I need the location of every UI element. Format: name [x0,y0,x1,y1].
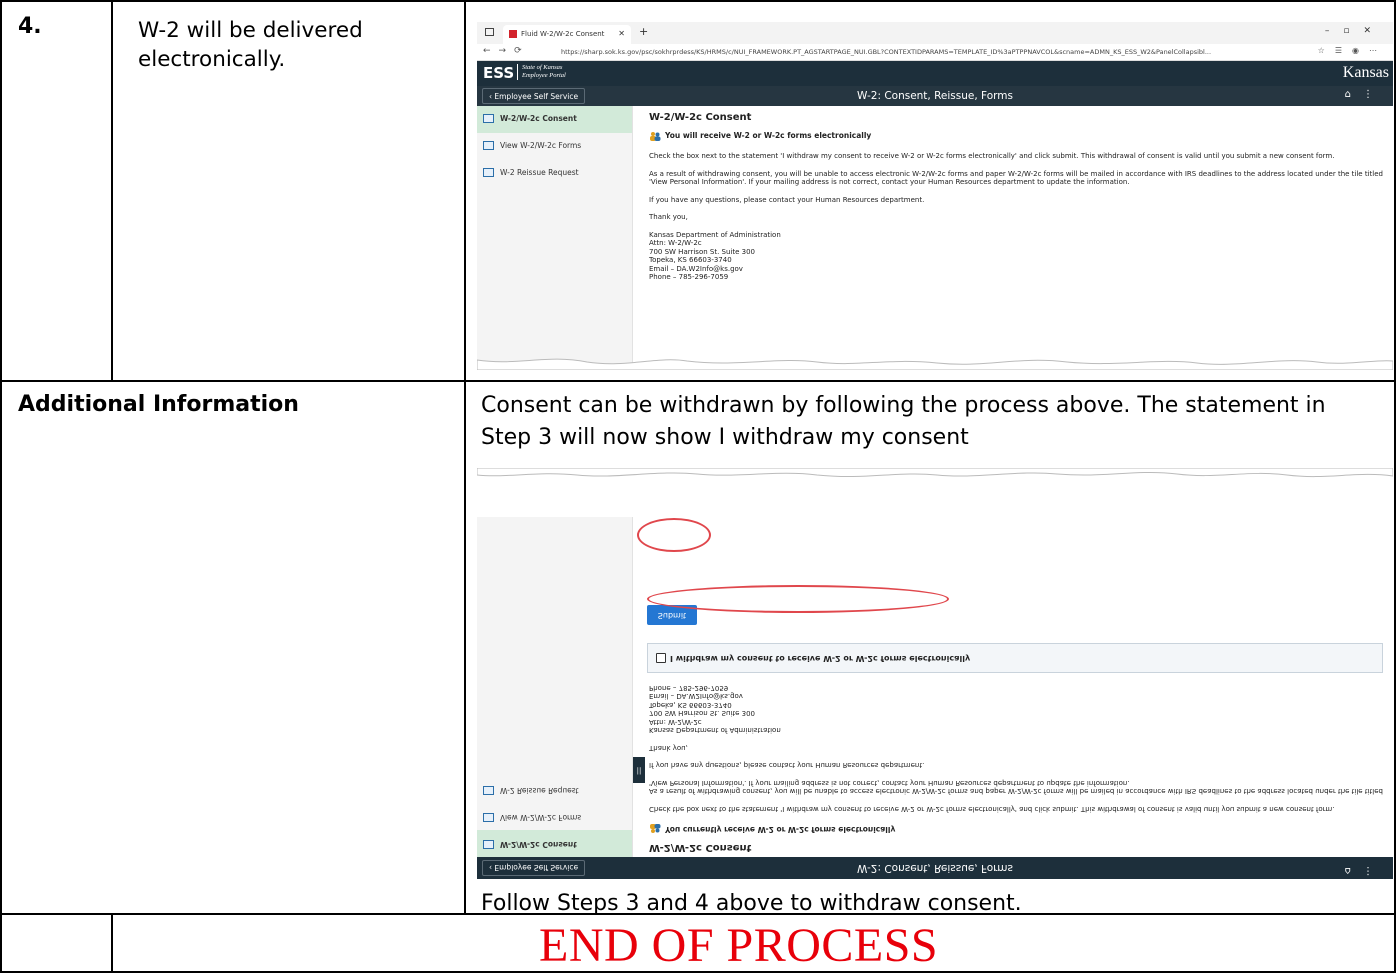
document-icon [483,786,494,795]
questions-paragraph: If you have any questions, please contac… [649,761,925,770]
result-paragraph: As a result of withdrawing consent, you … [649,169,1383,187]
contact-address: Kansas Department of Administration Attn… [649,684,781,735]
people-icon [650,824,661,834]
questions-paragraph: If you have any questions, please contac… [649,195,925,204]
favicon-icon [509,30,517,38]
sidebar-item-view-forms[interactable]: View W-2/W-2c Forms [477,133,632,160]
torn-edge-top [477,468,1393,478]
document-icon [483,141,494,150]
portal-subtitle: State of Kansas Employee Portal [517,64,566,80]
result-paragraph: As a result of withdrawing consent, you … [649,779,1383,796]
sidebar: W-2/W-2c Consent View W-2/W-2c Forms W-2… [477,106,633,370]
document-icon [483,840,494,849]
document-icon [483,168,494,177]
consent-content: W-2/W-2c Consent You will receive W-2 or… [635,106,1393,370]
withdraw-consent-label: I withdraw my consent to receive W-2 or … [670,654,971,664]
checkbox-highlight-oval [647,585,949,613]
follow-steps-text: Follow Steps 3 and 4 above to withdraw c… [481,891,1022,916]
page-title: W-2: Consent, Reissue, Forms [857,90,1013,102]
withdraw-content: W-2/W-2c Consent You currently receive W… [635,517,1393,857]
consent-screenshot: Fluid W-2/W-2c Consent ✕ + –▫✕ ←→⟳ https… [477,22,1393,370]
step-number: 4. [18,14,42,39]
table-col-2 [464,0,466,913]
step-description: W-2 will be delivered electronically. [138,18,363,72]
content-heading: W-2/W-2c Consent [649,112,752,123]
thanks-text: Thank you, [649,213,688,221]
procedure-document: 4. W-2 will be delivered electronically.… [0,0,1396,973]
kansas-logo: Kansas [1342,64,1389,81]
sidebar-item-reissue[interactable]: W-2 Reissue Request [477,160,632,187]
additional-info-text: Consent can be withdrawn by following th… [481,393,1326,450]
sidebar-item-view-forms[interactable]: View W-2/W-2c Forms [477,803,632,830]
browser-tab-strip: Fluid W-2/W-2c Consent ✕ + –▫✕ [477,22,1393,44]
table-border-left [0,0,2,973]
instruction-paragraph: Check the box next to the statement 'I w… [649,152,1335,160]
withdraw-consent-checkbox[interactable] [656,653,666,664]
document-icon [483,813,494,822]
instruction-paragraph: Check the box next to the statement 'I w… [649,805,1335,813]
contact-address: Kansas Department of Administration Attn… [649,230,781,282]
window-controls[interactable]: –▫✕ [1325,26,1385,36]
current-notice: You currently receive W-2 or W-2c forms … [649,824,1393,835]
withdraw-consent-row[interactable]: I withdraw my consent to receive W-2 or … [647,643,1383,674]
consent-notice: You will receive W-2 or W-2c forms elect… [649,131,1393,141]
sidebar-mirrored: W-2/W-2c Consent View W-2/W-2c Forms W-2… [477,517,633,857]
browser-tab-title: Fluid W-2/W-2c Consent [521,30,605,38]
new-tab-icon[interactable]: + [639,25,648,38]
sidebar-item-reissue[interactable]: W-2 Reissue Request [477,776,632,803]
document-icon [483,114,494,123]
content-heading: W-2/W-2c Consent [649,842,752,853]
address-bar: ←→⟳ https://sharp.sok.ks.gov/psc/sokhrpr… [477,44,1393,61]
table-divider-1 [0,380,1396,382]
sidebar-item-consent[interactable]: W-2/W-2c Consent [477,830,632,857]
browser-nav-icons[interactable]: ←→⟳ [483,46,530,56]
window-icon[interactable] [485,28,494,36]
table-border-top [0,0,1396,2]
home-and-menu-icons[interactable]: ⌂⋮ [1345,89,1385,100]
portal-header: ESS State of Kansas Employee Portal Kansa… [477,61,1393,86]
page-title-mirrored: W-2: Consent, Reissue, Forms [857,862,1013,874]
home-and-menu-icons-mirrored[interactable]: ⌂⋮ [1345,865,1385,876]
portal-body: W-2/W-2c Consent View W-2/W-2c Forms W-2… [477,106,1393,370]
url-field[interactable]: https://sharp.sok.ks.gov/psc/sokhrprdess… [561,48,1211,56]
portal-nav-bar: ‹ Employee Self Service W-2: Consent, Re… [477,86,1393,106]
additional-info-label: Additional Information [18,392,299,417]
people-icon [650,131,661,141]
browser-toolbar-icons[interactable]: ☆☰◉⋯ [1318,46,1387,55]
browser-tab[interactable]: Fluid W-2/W-2c Consent ✕ [503,25,631,44]
ess-logo: ESS [483,64,515,82]
table-col-1b [111,913,113,973]
submit-highlight-oval [637,518,711,552]
withdraw-screenshot: ‹ Employee Self Service W-2: Consent, Re… [477,468,1393,879]
end-of-process: END OF PROCESS [539,919,939,972]
sidebar-item-consent[interactable]: W-2/W-2c Consent [477,106,632,133]
portal-nav-bar-mirrored: ‹ Employee Self Service W-2: Consent, Re… [477,857,1393,879]
mirrored-page: ‹ Employee Self Service W-2: Consent, Re… [477,468,1393,879]
table-col-1 [111,0,113,380]
torn-edge [477,358,1393,370]
thanks-text: Thank you, [649,744,688,752]
close-tab-icon[interactable]: ✕ [618,29,625,38]
